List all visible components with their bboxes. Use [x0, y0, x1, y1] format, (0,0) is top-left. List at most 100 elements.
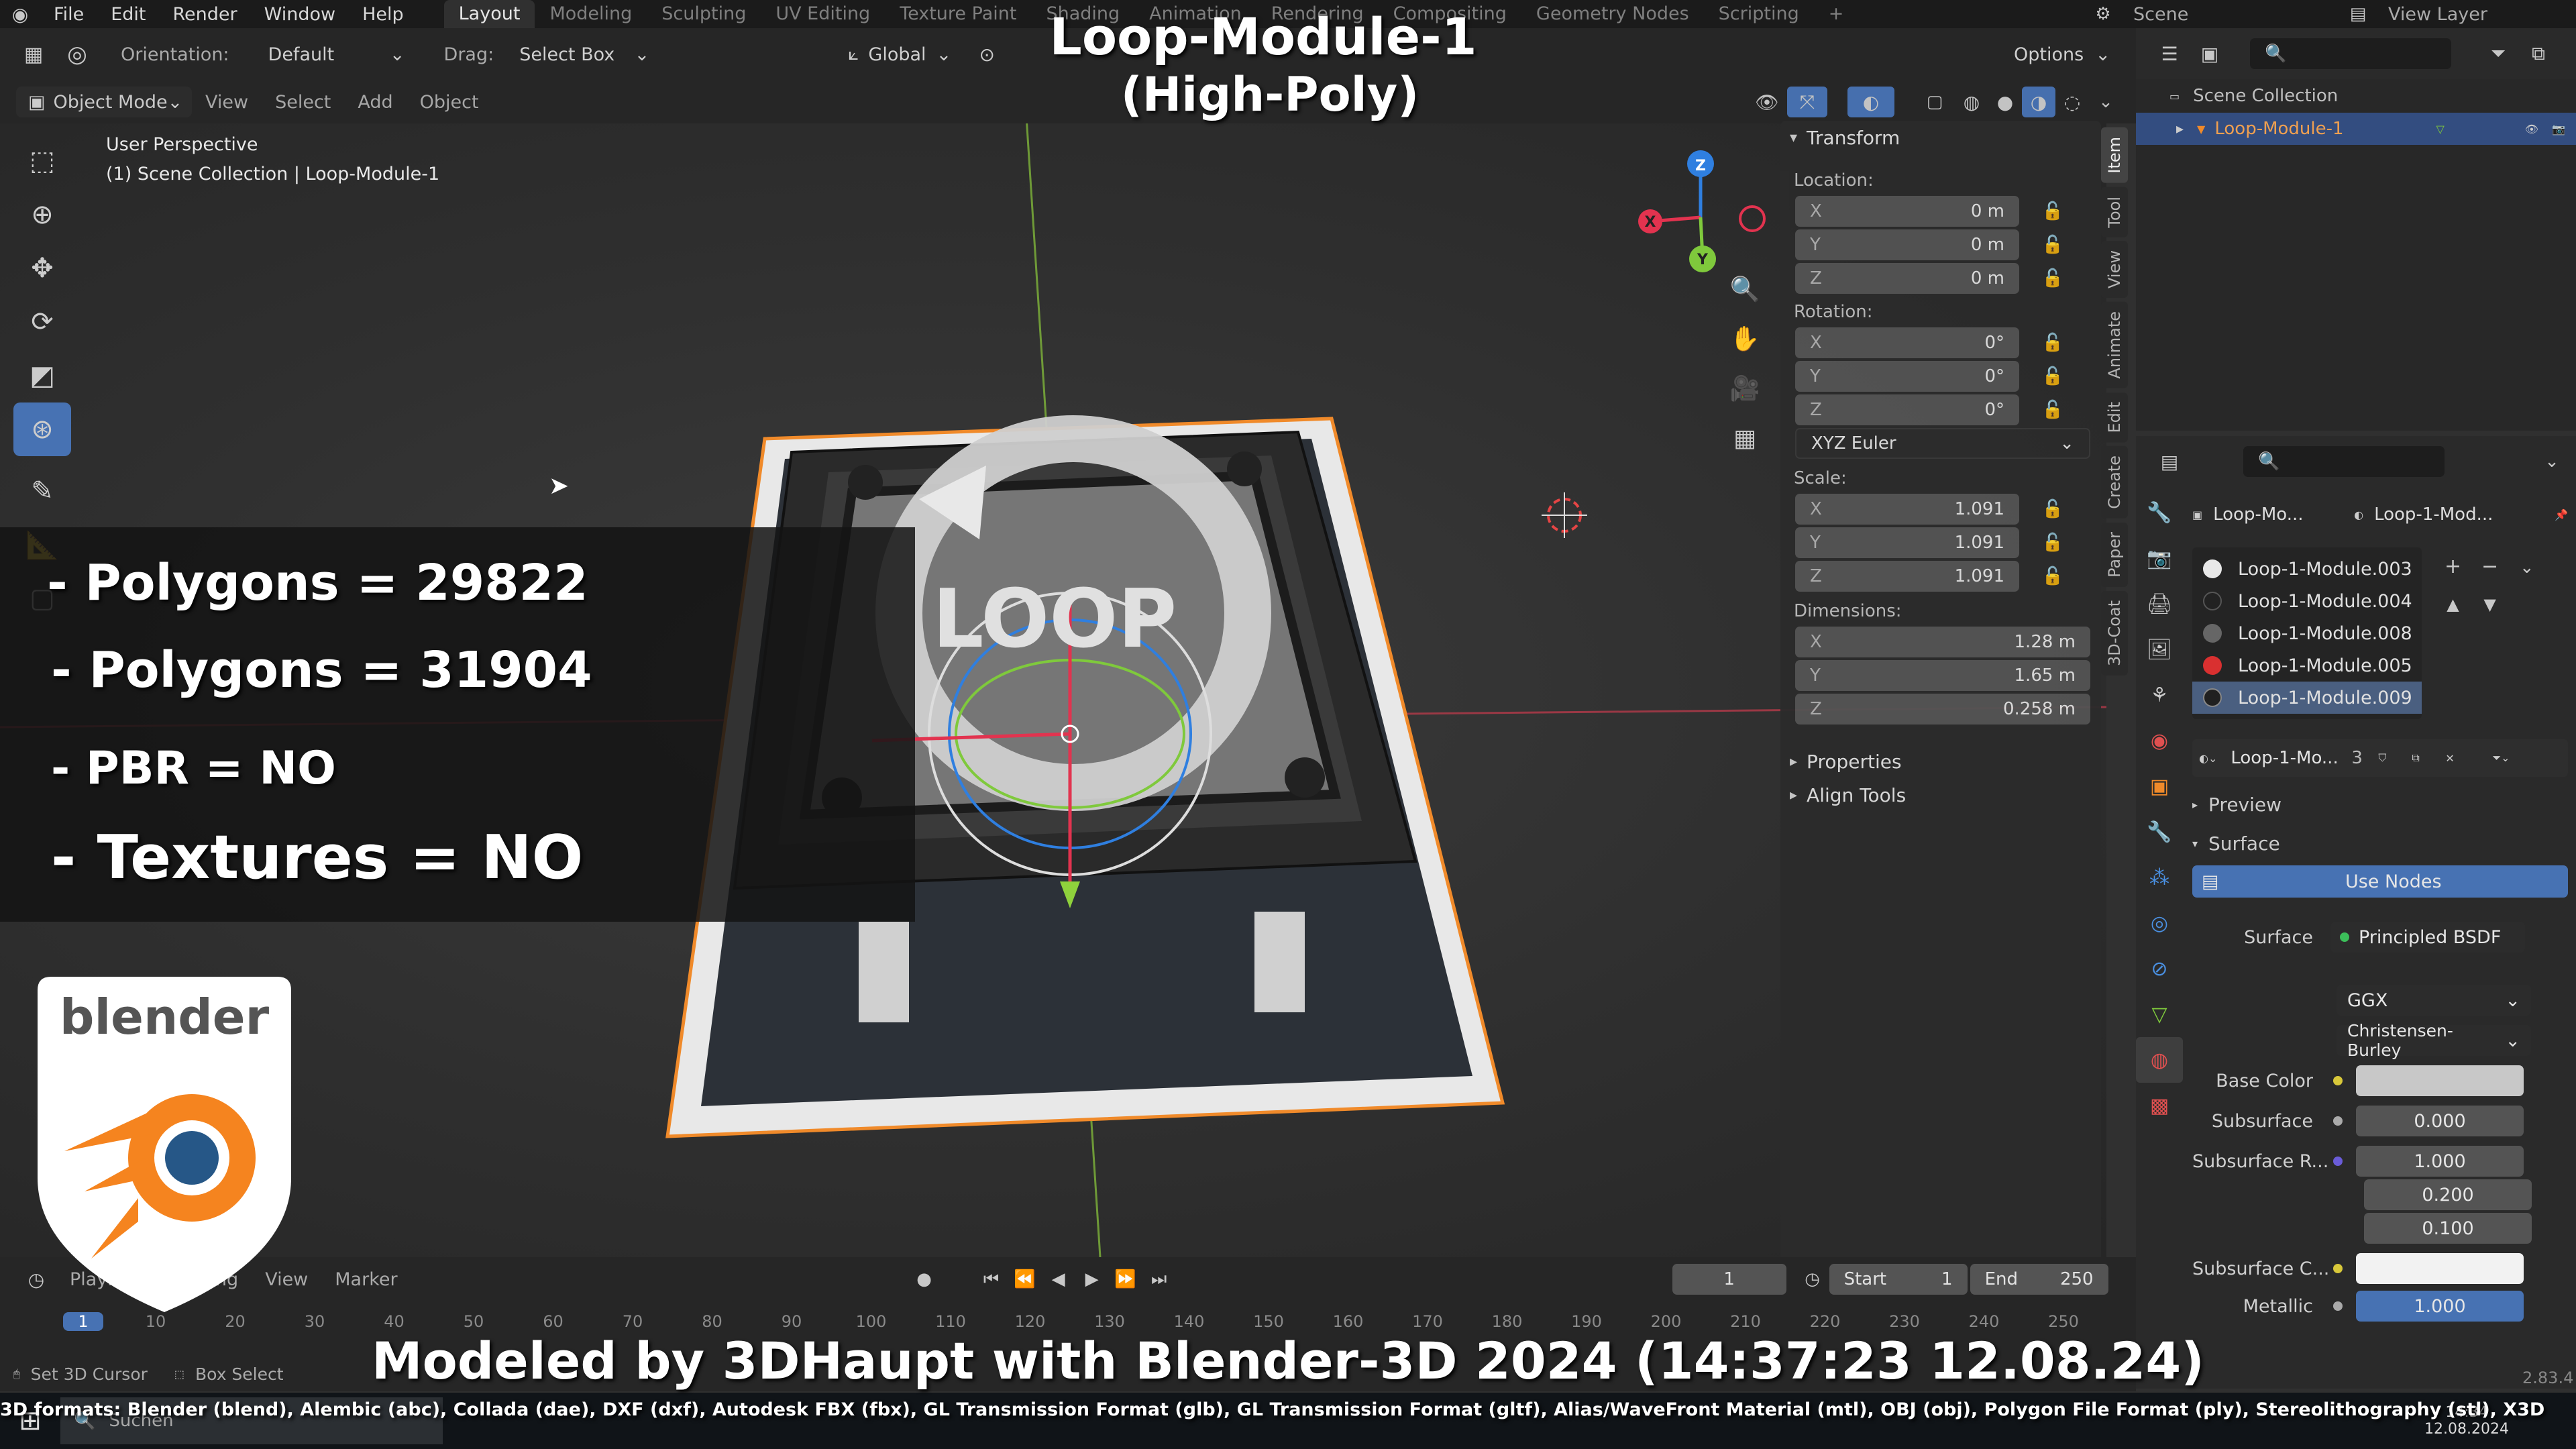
next-keyframe-icon[interactable]: ⏩ — [1109, 1269, 1142, 1289]
play-reverse-icon[interactable]: ◀ — [1042, 1269, 1075, 1289]
tool-props-icon[interactable]: 🔧 — [2136, 490, 2183, 535]
chevron-down-icon[interactable]: ⌄ — [2532, 451, 2572, 472]
add-slot-icon[interactable]: + — [2436, 550, 2470, 584]
data-props-icon[interactable]: ▽ — [2136, 991, 2183, 1037]
texture-props-icon[interactable]: ▩ — [2136, 1083, 2183, 1128]
start-frame-field[interactable]: Start 1 — [1829, 1264, 1968, 1295]
cursor-tool-button[interactable]: ⊕ — [13, 188, 71, 241]
rotation-mode-dropdown[interactable]: XYZ Euler ⌄ — [1795, 428, 2090, 459]
zoom-icon[interactable]: 🔍 — [1721, 264, 1768, 314]
context-object-name[interactable]: Loop-Mo... — [2213, 504, 2354, 525]
grid-view-icon[interactable]: ▦ — [1721, 413, 1768, 463]
align-tools-panel-header[interactable]: ▸ Align Tools — [1780, 778, 2101, 812]
location-x-field[interactable]: X 0 m — [1795, 196, 2019, 227]
prev-keyframe-icon[interactable]: ⏪ — [1008, 1269, 1042, 1289]
jump-end-icon[interactable]: ⏭ — [1142, 1269, 1176, 1290]
dimension-z-field[interactable]: Z 0.258 m — [1795, 694, 2090, 724]
play-icon[interactable]: ▶ — [1075, 1269, 1109, 1289]
material-slot-3[interactable]: Loop-1-Module.005 — [2192, 649, 2422, 682]
move-down-icon[interactable]: ▼ — [2473, 588, 2507, 621]
tab-item[interactable]: Item — [2101, 127, 2128, 183]
properties-panel-header[interactable]: ▸ Properties — [1780, 745, 2101, 778]
record-icon[interactable]: ● — [908, 1269, 941, 1289]
material-browse-icon[interactable]: ◐⌄ — [2199, 752, 2217, 765]
active-material-name[interactable]: Loop-1-Mo... — [2231, 748, 2351, 768]
tab-view[interactable]: View — [2101, 241, 2128, 299]
eye-icon[interactable]: 👁 — [2525, 123, 2538, 136]
move-up-icon[interactable]: ▲ — [2436, 588, 2470, 621]
scale-y-field[interactable]: Y 1.091 — [1795, 527, 2019, 558]
lock-icon[interactable]: 🔓 — [2039, 529, 2066, 556]
location-z-field[interactable]: Z 0 m — [1795, 263, 2019, 294]
subsurface-field[interactable]: 0.000 — [2356, 1106, 2524, 1136]
transform-panel-header[interactable]: ▾ Transform — [1780, 121, 2101, 154]
rotate-tool-button[interactable]: ⟳ — [13, 295, 71, 349]
scene-props-icon[interactable]: ⚘ — [2136, 672, 2183, 718]
material-slot-0[interactable]: Loop-1-Module.003 — [2192, 553, 2422, 585]
properties-editor-icon[interactable]: ▤ — [2149, 451, 2190, 473]
material-slot-4[interactable]: Loop-1-Module.009 — [2192, 682, 2422, 714]
navigation-gizmo[interactable]: Z X Y — [1630, 144, 1778, 278]
material-slot-2[interactable]: Loop-1-Module.008 — [2192, 617, 2422, 649]
render-props-icon[interactable]: 📷 — [2136, 535, 2183, 581]
move-tool-button[interactable]: ✥ — [13, 241, 71, 295]
base-color-field[interactable] — [2356, 1065, 2524, 1096]
camera-icon[interactable]: 🎥 — [1721, 364, 1768, 413]
use-nodes-button[interactable]: ▤ Use Nodes — [2192, 865, 2568, 898]
pan-hand-icon[interactable]: ✋ — [1721, 314, 1768, 364]
lock-icon[interactable]: 🔓 — [2039, 198, 2066, 225]
lock-icon[interactable]: 🔓 — [2039, 265, 2066, 292]
current-frame-field[interactable]: 1 — [1672, 1264, 1786, 1295]
unlink-icon[interactable]: ✕ — [2445, 752, 2479, 765]
lock-icon[interactable]: 🔓 — [2039, 396, 2066, 423]
lock-icon[interactable]: 🔓 — [2039, 231, 2066, 258]
modifier-props-icon[interactable]: 🔧 — [2136, 809, 2183, 855]
rotation-z-field[interactable]: Z 0° — [1795, 394, 2019, 425]
remove-slot-icon[interactable]: − — [2473, 550, 2507, 584]
physics-props-icon[interactable]: ◎ — [2136, 900, 2183, 946]
scale-z-field[interactable]: Z 1.091 — [1795, 561, 2019, 592]
jump-start-icon[interactable]: ⏮ — [975, 1269, 1008, 1290]
properties-search-input[interactable]: 🔍 — [2243, 446, 2445, 477]
tab-paper[interactable]: Paper — [2101, 523, 2128, 587]
camera-visibility-icon[interactable]: 📷 — [2552, 123, 2565, 136]
constraint-props-icon[interactable]: ⊘ — [2136, 946, 2183, 991]
end-frame-field[interactable]: End 250 — [1970, 1264, 2108, 1295]
fake-user-icon[interactable]: ⛉ — [2378, 751, 2412, 765]
preview-range-icon[interactable]: ◷ — [1796, 1269, 1829, 1289]
object-props-icon[interactable]: ▣ — [2136, 763, 2183, 809]
particles-props-icon[interactable]: ⁂ — [2136, 855, 2183, 900]
location-y-field[interactable]: Y 0 m — [1795, 229, 2019, 260]
tab-3d-coat[interactable]: 3D-Coat — [2101, 590, 2128, 676]
subsurface-radius-y-field[interactable]: 0.200 — [2364, 1179, 2532, 1210]
dimension-x-field[interactable]: X 1.28 m — [1795, 627, 2090, 657]
subsurface-color-field[interactable] — [2356, 1253, 2524, 1284]
lock-icon[interactable]: 🔓 — [2039, 363, 2066, 390]
rotation-y-field[interactable]: Y 0° — [1795, 361, 2019, 392]
chevron-down-icon[interactable]: ⌄ — [2510, 547, 2544, 588]
lock-icon[interactable]: 🔓 — [2039, 496, 2066, 523]
distribution-dropdown[interactable]: GGX ⌄ — [2337, 985, 2531, 1016]
tab-animate[interactable]: Animate — [2101, 302, 2128, 388]
context-material-name[interactable]: Loop-1-Mod... — [2374, 504, 2555, 525]
world-props-icon[interactable]: ◉ — [2136, 718, 2183, 763]
surface-panel-header[interactable]: ▾ Surface — [2192, 824, 2568, 863]
annotate-tool-button[interactable]: ✎ — [13, 464, 71, 518]
material-slot-1[interactable]: Loop-1-Module.004 — [2192, 585, 2422, 617]
transform-tool-button[interactable]: ⊛ — [13, 402, 71, 456]
filter-icon[interactable]: ⏷⌄ — [2492, 751, 2510, 765]
metallic-field[interactable]: 1.000 — [2356, 1291, 2524, 1322]
material-props-icon[interactable]: ◍ — [2136, 1037, 2183, 1083]
tab-create[interactable]: Create — [2101, 446, 2128, 519]
subsurface-radius-x-field[interactable]: 1.000 — [2356, 1146, 2524, 1177]
output-props-icon[interactable]: 🖨 — [2136, 581, 2183, 627]
dimension-y-field[interactable]: Y 1.65 m — [1795, 660, 2090, 691]
marker-menu[interactable]: Marker — [321, 1269, 411, 1290]
rotation-x-field[interactable]: X 0° — [1795, 327, 2019, 358]
tab-edit[interactable]: Edit — [2101, 392, 2128, 443]
surface-shader-dropdown[interactable]: Principled BSDF — [2330, 922, 2525, 953]
subsurface-method-dropdown[interactable]: Christensen-Burley ⌄ — [2337, 1021, 2531, 1060]
tab-tool[interactable]: Tool — [2101, 186, 2128, 237]
scale-x-field[interactable]: X 1.091 — [1795, 494, 2019, 525]
preview-panel-header[interactable]: ▸ Preview — [2192, 785, 2568, 824]
